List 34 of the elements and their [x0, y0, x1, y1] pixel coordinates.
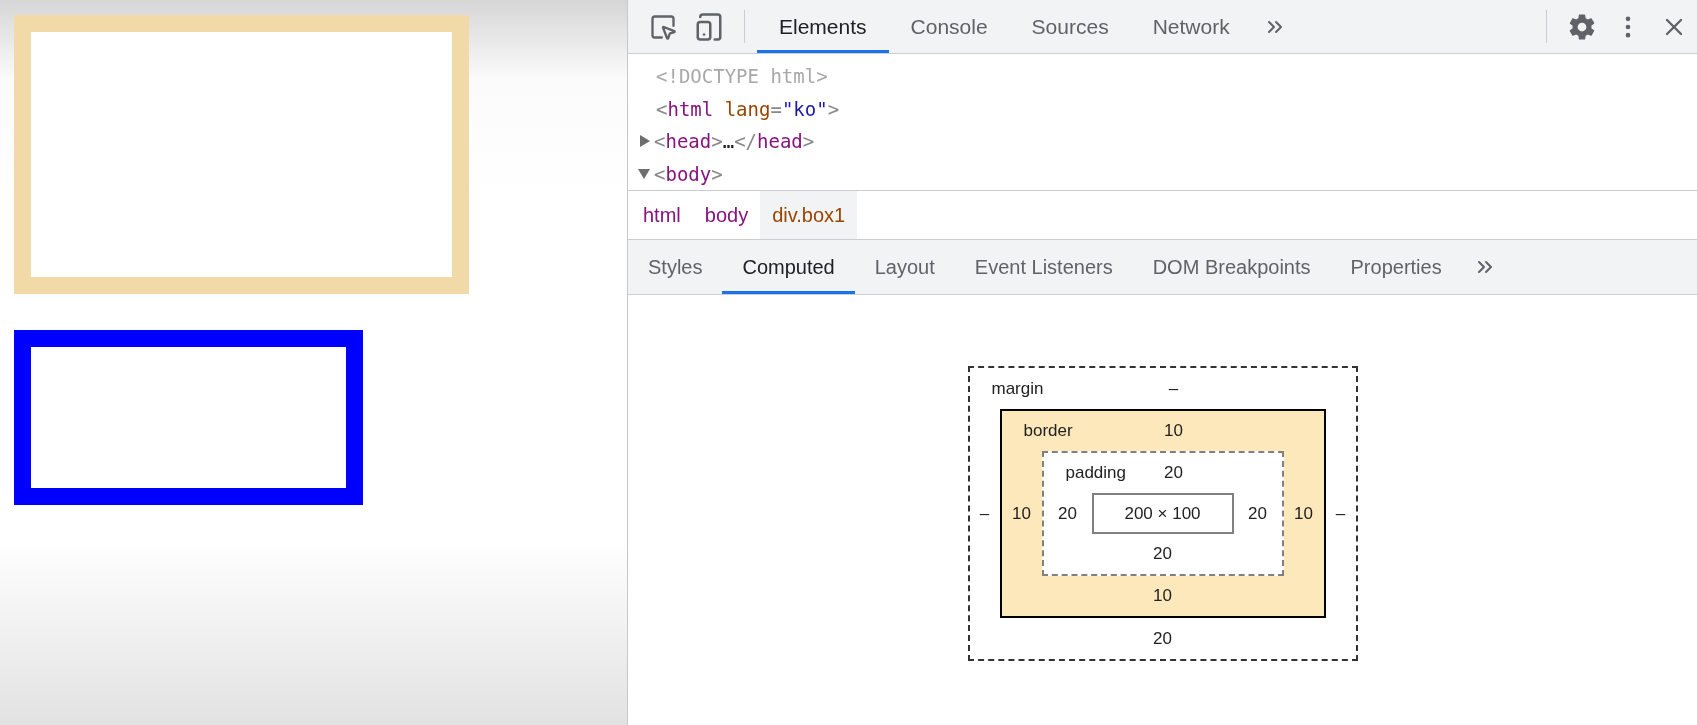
box-value: 20 — [1248, 503, 1267, 524]
sidebar-tab[interactable]: Properties — [1330, 240, 1462, 294]
panel-tab[interactable]: Elements — [757, 0, 889, 53]
dom-node-line[interactable]: <html lang="ko"> — [656, 97, 840, 120]
sidebar-tab[interactable]: Styles — [628, 240, 723, 294]
box-value: 20 — [1153, 628, 1172, 649]
box-label: padding — [1065, 463, 1126, 483]
box-value: 10 — [1164, 421, 1183, 441]
sidebar-tab[interactable]: DOM Breakpoints — [1132, 240, 1331, 294]
box-value: 20 — [1164, 463, 1183, 483]
panel-tab[interactable]: Sources — [1009, 0, 1131, 53]
breadcrumb[interactable]: div.box1 — [760, 191, 858, 239]
dom-node-line[interactable]: <head>…</head> — [654, 130, 815, 153]
box-label: border — [1023, 421, 1073, 441]
disclosure-triangle-icon[interactable] — [638, 168, 650, 179]
box-value: – — [1168, 378, 1179, 399]
sidebar-tab[interactable]: Computed — [722, 240, 855, 294]
panel-tab[interactable]: Network — [1130, 0, 1252, 53]
box-label: margin — [991, 378, 1044, 399]
box-value: 10 — [1294, 503, 1313, 524]
box-value: 10 — [1153, 586, 1172, 606]
sidebar-tab[interactable]: Layout — [854, 240, 955, 294]
box-value: 20 — [1153, 544, 1172, 564]
dom-node-line[interactable]: <body> — [654, 162, 723, 185]
box-value: – — [979, 503, 990, 524]
box-value: – — [1335, 503, 1346, 524]
panel-tab[interactable]: Console — [888, 0, 1010, 53]
sidebar-tab[interactable]: Event Listeners — [954, 240, 1133, 294]
box-value: 10 — [1012, 503, 1031, 524]
breadcrumb[interactable]: html — [631, 191, 693, 239]
disclosure-triangle-icon[interactable] — [640, 135, 650, 148]
box-value: 20 — [1058, 503, 1077, 524]
content-size: 200 × 100 — [1091, 493, 1234, 534]
breadcrumb[interactable]: body — [692, 191, 761, 239]
